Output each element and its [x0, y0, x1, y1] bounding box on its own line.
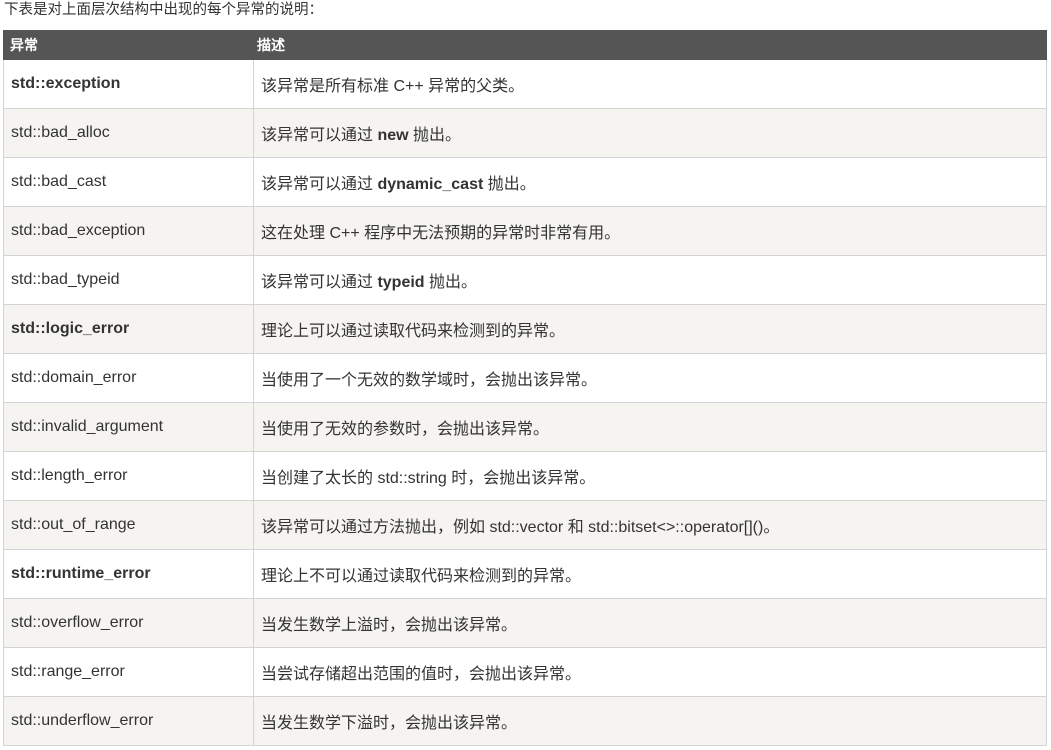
description-text: 理论上可以通过读取代码来检测到的异常。 [261, 323, 566, 340]
exception-name: std::range_error [3, 647, 254, 697]
exception-name: std::invalid_argument [3, 402, 254, 452]
exception-description: 该异常可以通过方法抛出，例如 std::vector 和 std::bitset… [253, 500, 1047, 550]
exception-name: std::bad_exception [3, 206, 254, 256]
table-row: std::runtime_error 理论上不可以通过读取代码来检测到的异常。 [3, 549, 1047, 599]
exception-name: std::length_error [3, 451, 254, 501]
description-text: 当创建了太长的 std::string 时，会抛出该异常。 [261, 470, 596, 487]
intro-text: 下表是对上面层次结构中出现的每个异常的说明： [4, 2, 323, 18]
exception-description: 理论上可以通过读取代码来检测到的异常。 [253, 304, 1047, 354]
table-body: std::exception 该异常是所有标准 C++ 异常的父类。std::ba… [3, 59, 1047, 746]
exception-description: 该异常是所有标准 C++ 异常的父类。 [253, 59, 1047, 109]
table-row: std::overflow_error 当发生数学上溢时，会抛出该异常。 [3, 598, 1047, 648]
exception-name: std::exception [3, 59, 254, 109]
exception-description: 当创建了太长的 std::string 时，会抛出该异常。 [253, 451, 1047, 501]
code-keyword: typeid [377, 274, 425, 291]
description-text: 抛出。 [424, 274, 478, 291]
description-text: 理论上不可以通过读取代码来检测到的异常。 [261, 568, 582, 585]
exception-description: 这在处理 C++ 程序中无法预期的异常时非常有用。 [253, 206, 1047, 256]
table-row: std::out_of_range 该异常可以通过方法抛出，例如 std::vec… [3, 500, 1047, 550]
code-keyword: new [377, 127, 409, 144]
exception-description: 该异常可以通过 typeid 抛出。 [253, 255, 1047, 305]
description-text: 当发生数学上溢时，会抛出该异常。 [261, 617, 518, 634]
table-row: std::domain_error 当使用了一个无效的数学域时，会抛出该异常。 [3, 353, 1047, 403]
exception-description: 当使用了一个无效的数学域时，会抛出该异常。 [253, 353, 1047, 403]
description-text: 该异常可以通过 [261, 176, 378, 193]
description-text: 当尝试存储超出范围的值时，会抛出该异常。 [261, 666, 582, 683]
header-description: 描述 [253, 30, 1047, 60]
exception-description: 该异常可以通过 new 抛出。 [253, 108, 1047, 158]
header-exception: 异常 [3, 30, 254, 60]
exceptions-table: 异常 描述 std::exception 该异常是所有标准 C++ 异常的父类。 s… [3, 30, 1047, 746]
description-text: 该异常是所有标准 C++ 异常的父类。 [261, 78, 525, 95]
description-text: 这在处理 C++ 程序中无法预期的异常时非常有用。 [261, 225, 621, 242]
description-text: 抛出。 [483, 176, 536, 193]
description-text: 当使用了一个无效的数学域时，会抛出该异常。 [261, 372, 598, 389]
table-header-row: 异常 描述 [3, 30, 1047, 60]
exception-name: std::bad_alloc [3, 108, 254, 158]
table-row: std::underflow_error 当发生数学下溢时，会抛出该异常。 [3, 696, 1047, 746]
description-text: 抛出。 [408, 127, 462, 144]
description-text: 该异常可以通过方法抛出，例如 std::vector 和 std::bitset… [261, 519, 780, 536]
description-text: 当使用了无效的参数时，会抛出该异常。 [261, 421, 550, 438]
exception-description: 当尝试存储超出范围的值时，会抛出该异常。 [253, 647, 1047, 697]
table-row: std::exception 该异常是所有标准 C++ 异常的父类。 [3, 59, 1047, 109]
exception-name: std::underflow_error [3, 696, 254, 746]
exception-name: std::bad_cast [3, 157, 254, 207]
exception-description: 当发生数学下溢时，会抛出该异常。 [253, 696, 1047, 746]
exception-description: 理论上不可以通过读取代码来检测到的异常。 [253, 549, 1047, 599]
description-text: 该异常可以通过 [261, 274, 378, 291]
code-keyword: dynamic_cast [377, 176, 484, 193]
table-row: std::invalid_argument 当使用了无效的参数时，会抛出该异常。 [3, 402, 1047, 452]
table-row: std::length_error 当创建了太长的 std::string 时，会… [3, 451, 1047, 501]
table-row: std::bad_typeid 该异常可以通过 typeid 抛出。 [3, 255, 1047, 305]
exception-name: std::bad_typeid [3, 255, 254, 305]
exception-name: std::runtime_error [3, 549, 254, 599]
exception-name: std::out_of_range [3, 500, 254, 550]
table-row: std::logic_error 理论上可以通过读取代码来检测到的异常。 [3, 304, 1047, 354]
table-row: std::bad_alloc 该异常可以通过 new 抛出。 [3, 108, 1047, 158]
table-row: std::bad_cast 该异常可以通过 dynamic_cast 抛出。 [3, 157, 1047, 207]
description-text: 当发生数学下溢时，会抛出该异常。 [261, 715, 518, 732]
table-row: std::bad_exception 这在处理 C++ 程序中无法预期的异常时非常… [3, 206, 1047, 256]
exception-name: std::overflow_error [3, 598, 254, 648]
exception-description: 该异常可以通过 dynamic_cast 抛出。 [253, 157, 1047, 207]
exception-description: 当发生数学上溢时，会抛出该异常。 [253, 598, 1047, 648]
exception-description: 当使用了无效的参数时，会抛出该异常。 [253, 402, 1047, 452]
description-text: 该异常可以通过 [261, 127, 378, 144]
exception-name: std::logic_error [3, 304, 254, 354]
exception-name: std::domain_error [3, 353, 254, 403]
table-row: std::range_error 当尝试存储超出范围的值时，会抛出该异常。 [3, 647, 1047, 697]
